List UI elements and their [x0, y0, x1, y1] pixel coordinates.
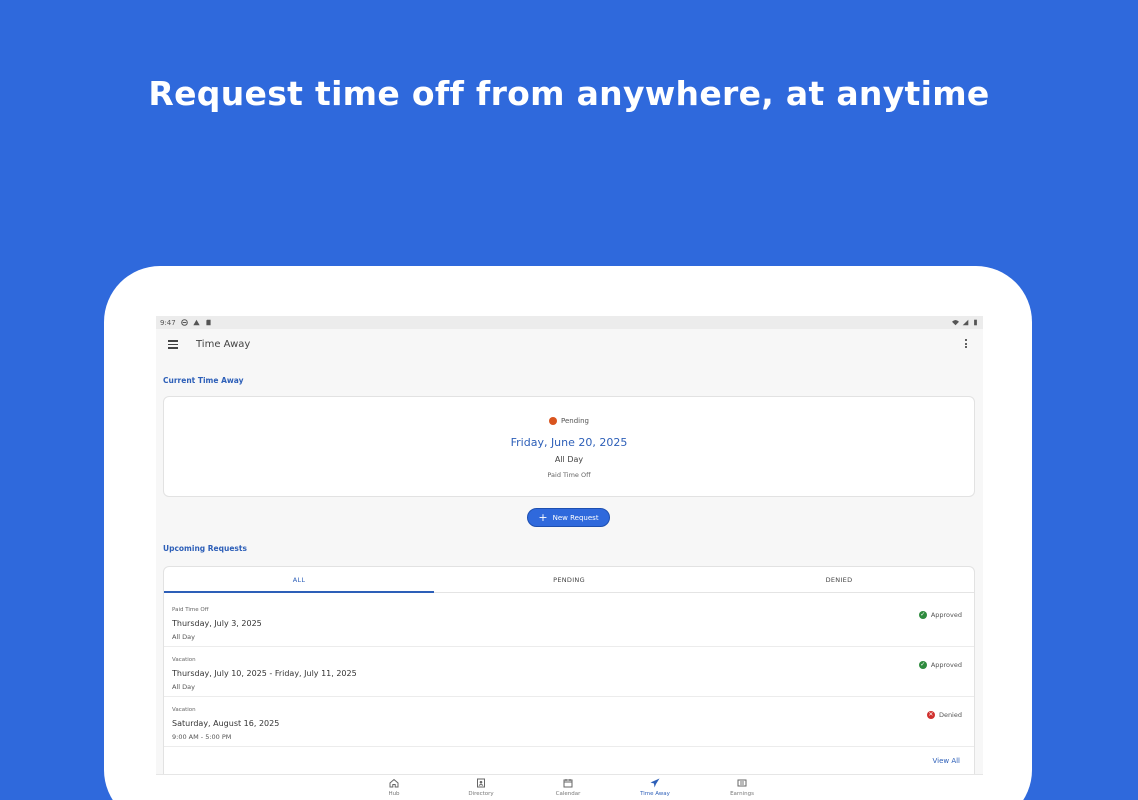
request-status: Denied	[938, 711, 962, 719]
status-time: 9:47	[160, 318, 176, 327]
status-badge: ✓ Approved	[918, 661, 962, 669]
current-time-away-label: Current Time Away	[163, 376, 244, 385]
airplane-icon	[650, 778, 660, 788]
bottom-navigation: Hub Directory Calendar Time Away Earning…	[156, 774, 983, 800]
nav-earnings[interactable]: Earnings	[722, 778, 762, 797]
pending-icon	[549, 417, 557, 425]
nav-directory[interactable]: Directory	[461, 778, 501, 797]
sd-card-icon	[206, 319, 211, 326]
status-badge: ✕ Denied	[926, 711, 962, 719]
nav-label: Earnings	[730, 791, 754, 797]
wifi-icon	[952, 320, 959, 326]
nav-label: Time Away	[640, 791, 670, 797]
status-bar: 9:47	[156, 316, 983, 329]
battery-icon	[974, 319, 977, 326]
overflow-menu-icon[interactable]	[963, 339, 969, 351]
nav-label: Directory	[468, 791, 494, 797]
current-time-away-card[interactable]: Pending Friday, June 20, 2025 All Day Pa…	[163, 396, 975, 497]
tab-denied[interactable]: DENIED	[704, 567, 974, 592]
tab-all[interactable]: ALL	[164, 567, 434, 593]
nav-label: Hub	[388, 791, 400, 797]
tab-pending[interactable]: PENDING	[434, 567, 704, 592]
app-screen: 9:47 Time Away Current Time Away Pending…	[156, 316, 983, 800]
nav-hub[interactable]: Hub	[374, 778, 414, 797]
marketing-headline: Request time off from anywhere, at anyti…	[148, 74, 990, 113]
list-item[interactable]: Paid Time Off Thursday, July 3, 2025 All…	[164, 597, 974, 647]
request-date: Thursday, July 10, 2025 - Friday, July 1…	[172, 669, 357, 678]
request-tabs: ALL PENDING DENIED	[164, 567, 974, 593]
request-type: Paid Time Off	[172, 607, 209, 613]
earnings-icon	[737, 779, 747, 787]
request-type: Vacation	[172, 657, 196, 663]
request-type: Vacation	[172, 707, 196, 713]
request-status: Approved	[930, 611, 962, 619]
request-span: All Day	[172, 683, 195, 691]
status-badge: Pending	[164, 417, 974, 425]
check-circle-icon: ✓	[918, 611, 927, 619]
upcoming-requests-card: ALL PENDING DENIED Paid Time Off Thursda…	[163, 566, 975, 800]
x-circle-icon: ✕	[926, 711, 935, 719]
view-all-link[interactable]: View All	[932, 757, 960, 765]
home-icon	[389, 778, 399, 788]
warning-icon	[193, 319, 200, 326]
list-item[interactable]: Vacation Saturday, August 16, 2025 9:00 …	[164, 697, 974, 747]
app-bar: Time Away	[156, 329, 983, 361]
request-date: Saturday, August 16, 2025	[172, 719, 280, 728]
plus-icon: +	[538, 511, 548, 524]
request-status: Approved	[930, 661, 962, 669]
current-span: All Day	[554, 455, 584, 464]
new-request-button[interactable]: + New Request	[527, 508, 610, 527]
check-circle-icon: ✓	[918, 661, 927, 669]
request-date: Thursday, July 3, 2025	[172, 619, 262, 628]
status-badge: ✓ Approved	[918, 611, 962, 619]
current-status: Pending	[561, 417, 589, 425]
dnd-icon	[180, 319, 188, 326]
directory-icon	[477, 778, 485, 788]
request-span: All Day	[172, 633, 195, 641]
calendar-icon	[563, 779, 573, 788]
hamburger-menu-icon[interactable]	[168, 340, 178, 349]
new-request-label: New Request	[552, 513, 599, 522]
upcoming-requests-label: Upcoming Requests	[163, 544, 247, 553]
nav-time-away[interactable]: Time Away	[635, 778, 675, 797]
nav-calendar[interactable]: Calendar	[548, 778, 588, 797]
nav-label: Calendar	[555, 791, 581, 797]
request-span: 9:00 AM - 5:00 PM	[172, 733, 232, 741]
app-title: Time Away	[196, 339, 251, 350]
signal-icon	[962, 319, 969, 326]
current-type: Paid Time Off	[547, 471, 591, 479]
list-item[interactable]: Vacation Thursday, July 10, 2025 - Frida…	[164, 647, 974, 697]
current-date: Friday, June 20, 2025	[510, 436, 628, 449]
